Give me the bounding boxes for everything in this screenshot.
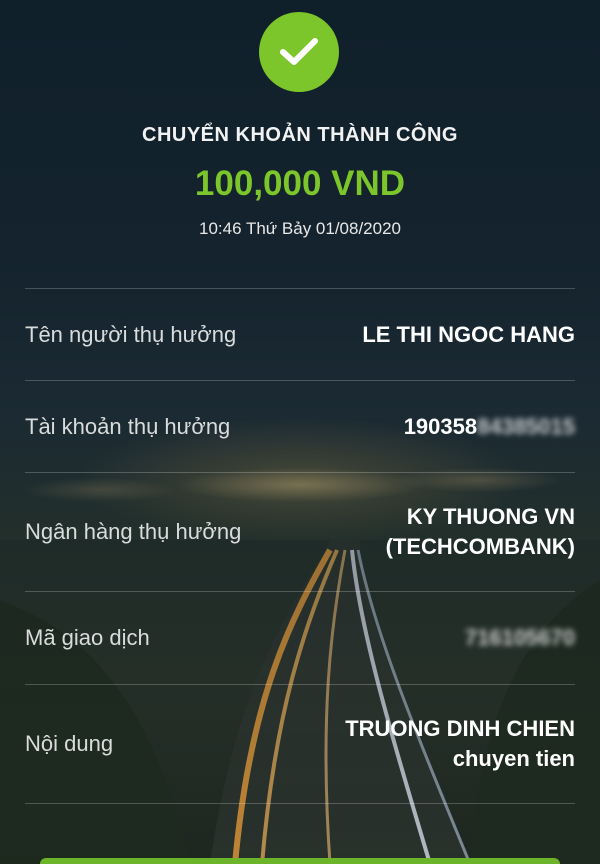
success-title: CHUYỂN KHOẢN THÀNH CÔNG — [142, 124, 458, 146]
account-number-visible: 190358 — [403, 413, 478, 439]
transaction-id-label: Mã giao dịch — [25, 625, 150, 650]
beneficiary-name-label: Tên người thụ hưởng — [25, 321, 237, 347]
bottom-action-button[interactable] — [40, 858, 560, 864]
beneficiary-bank-label: Ngân hàng thụ hưởng — [25, 519, 242, 544]
beneficiary-account-label: Tài khoản thụ hưởng — [25, 413, 231, 439]
row-transaction-id: Mã giao dịch 716105670 — [25, 592, 575, 685]
transaction-id-value: 716105670 — [464, 625, 575, 650]
beneficiary-bank-value: KY THUONG VN (TECHCOMBANK) — [386, 502, 575, 562]
row-beneficiary-bank: Ngân hàng thụ hưởng KY THUONG VN (TECHCO… — [25, 473, 575, 592]
row-beneficiary-name: Tên người thụ hưởng LE THI NGOC HANG — [25, 289, 575, 381]
content-line2: chuyen tien — [452, 746, 575, 771]
beneficiary-name-value: LE THI NGOC HANG — [362, 321, 575, 347]
transfer-success-screen: CHUYỂN KHOẢN THÀNH CÔNG 100,000 VND 10:4… — [0, 0, 600, 864]
content-line1: TRUONG DINH CHIEN — [345, 716, 575, 741]
transfer-details-list: Tên người thụ hưởng LE THI NGOC HANG Tài… — [25, 288, 575, 804]
content-label: Nội dung — [25, 731, 114, 756]
success-check-badge — [259, 12, 339, 92]
bank-name-line1: KY THUONG VN — [406, 504, 575, 529]
bank-name-line2: (TECHCOMBANK) — [385, 534, 575, 559]
row-beneficiary-account: Tài khoản thụ hưởng 19035884385015 — [25, 381, 575, 473]
row-content: Nội dung TRUONG DINH CHIEN chuyen tien — [25, 685, 575, 804]
transfer-datetime: 10:46 Thứ Bảy 01/08/2020 — [199, 219, 401, 238]
beneficiary-account-value: 19035884385015 — [404, 412, 575, 442]
account-number-blurred: 84385015 — [477, 413, 575, 439]
content-value: TRUONG DINH CHIEN chuyen tien — [345, 714, 575, 774]
check-icon — [280, 38, 318, 65]
transfer-amount: 100,000 VND — [194, 164, 406, 203]
